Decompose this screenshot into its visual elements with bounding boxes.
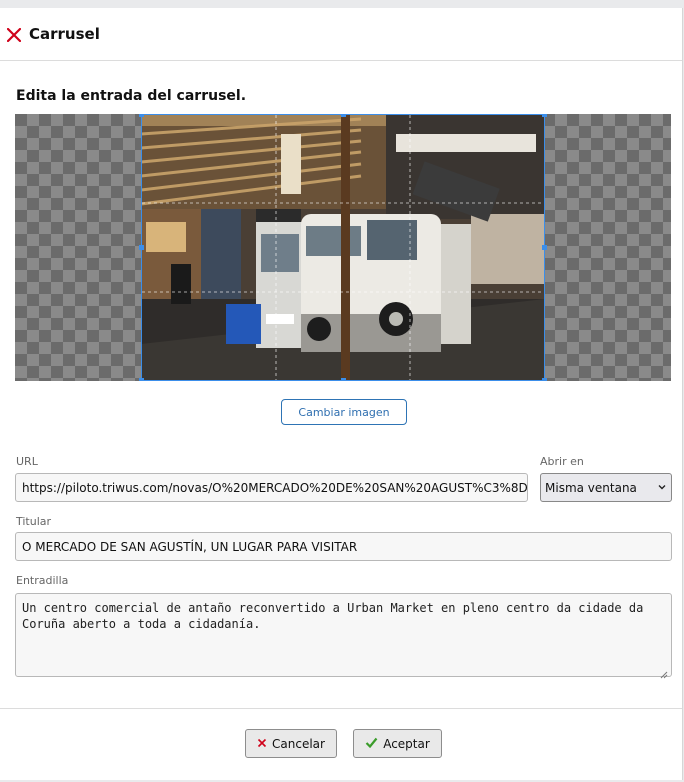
image-crop-area[interactable] bbox=[15, 114, 671, 381]
accept-button[interactable]: Aceptar bbox=[353, 729, 442, 758]
chevron-down-icon bbox=[657, 481, 667, 495]
headline-label: Titular bbox=[16, 515, 52, 528]
open-in-select[interactable]: Misma ventana bbox=[540, 473, 672, 502]
open-in-value: Misma ventana bbox=[545, 480, 637, 495]
close-icon[interactable] bbox=[6, 27, 22, 43]
cancel-label: Cancelar bbox=[272, 736, 325, 751]
crop-selection[interactable] bbox=[139, 114, 547, 381]
dialog-header: Carrusel bbox=[0, 8, 682, 61]
open-in-label: Abrir en bbox=[540, 455, 584, 468]
crop-handle-w[interactable] bbox=[139, 245, 144, 250]
check-icon bbox=[365, 737, 378, 751]
carousel-dialog: Carrusel Edita la entrada del carrusel. bbox=[0, 8, 683, 780]
dialog-title: Carrusel bbox=[29, 25, 100, 43]
url-input[interactable]: https://piloto.triwus.com/novas/O%20MERC… bbox=[15, 473, 528, 502]
crop-handle-s[interactable] bbox=[341, 378, 346, 381]
change-image-button[interactable]: Cambiar imagen bbox=[281, 399, 407, 425]
cancel-button[interactable]: Cancelar bbox=[245, 729, 337, 758]
crop-handle-se[interactable] bbox=[542, 378, 547, 381]
dialog-subtitle: Edita la entrada del carrusel. bbox=[16, 88, 247, 104]
accept-label: Aceptar bbox=[383, 736, 430, 751]
crop-handle-n[interactable] bbox=[341, 114, 346, 117]
dialog-footer: Cancelar Aceptar bbox=[0, 708, 682, 781]
resize-grip-icon[interactable] bbox=[658, 664, 668, 679]
headline-input[interactable]: O MERCADO DE SAN AGUSTÍN, UN LUGAR PARA … bbox=[15, 532, 672, 561]
crop-handle-nw[interactable] bbox=[139, 114, 144, 117]
lead-label: Entradilla bbox=[16, 574, 69, 587]
cross-icon bbox=[257, 737, 267, 751]
lead-textarea[interactable]: Un centro comercial de antaño reconverti… bbox=[15, 593, 672, 677]
url-label: URL bbox=[16, 455, 38, 468]
crop-handle-e[interactable] bbox=[542, 245, 547, 250]
crop-handle-sw[interactable] bbox=[139, 378, 144, 381]
crop-handle-ne[interactable] bbox=[542, 114, 547, 117]
